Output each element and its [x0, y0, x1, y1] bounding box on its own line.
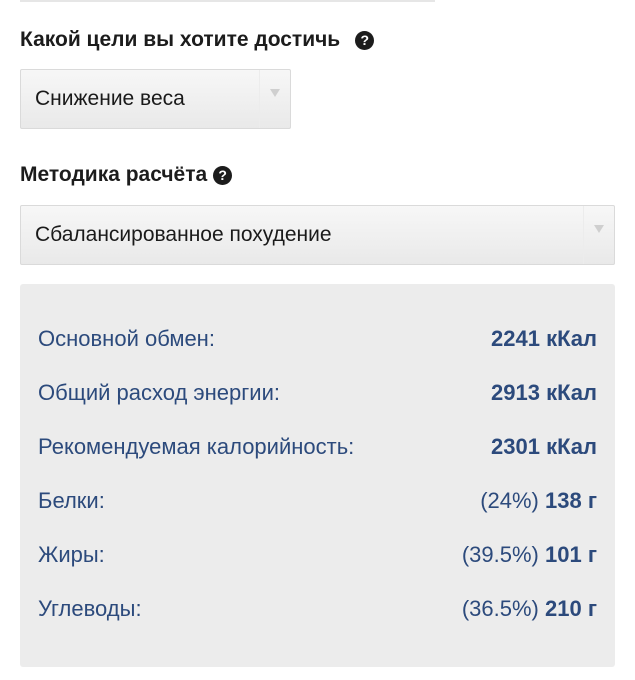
result-amount: 101 г	[545, 542, 597, 567]
goal-select-value: Снижение веса	[35, 87, 185, 110]
result-label: Рекомендуемая калорийность:	[38, 434, 355, 459]
result-amount: 210 г	[545, 596, 597, 621]
results-panel: Основной обмен: 2241 кКал Общий расход э…	[20, 284, 615, 667]
result-label: Углеводы:	[38, 596, 142, 621]
result-percent: (36.5%)	[461, 596, 539, 621]
result-value: 2301 кКал	[491, 434, 597, 459]
help-icon[interactable]: ?	[355, 30, 375, 50]
help-icon[interactable]: ?	[213, 165, 233, 185]
chevron-down-icon	[594, 225, 604, 233]
result-row-bmr: Основной обмен: 2241 кКал	[38, 324, 597, 354]
result-row-total: Общий расход энергии: 2913 кКал	[38, 378, 597, 408]
method-select[interactable]: Сбалансированное похудение	[20, 205, 615, 265]
method-label: Методика расчёта ?	[20, 161, 233, 189]
result-row-fat: Жиры: (39.5%) 101 г	[38, 540, 597, 570]
result-amount: 138 г	[545, 488, 597, 513]
goal-label-text: Какой цели вы хотите достичь	[20, 28, 341, 51]
result-row-protein: Белки: (24%) 138 г	[38, 486, 597, 516]
result-label: Основной обмен:	[38, 326, 215, 351]
result-value: (24%) 138 г	[480, 488, 597, 514]
method-label-text: Методика расчёта	[20, 163, 208, 186]
result-label: Жиры:	[38, 542, 105, 567]
result-percent: (24%)	[480, 488, 539, 513]
result-value: (36.5%) 210 г	[462, 596, 597, 622]
result-value: 2913 кКал	[491, 380, 597, 405]
calorie-calculator-page: Какой цели вы хотите достичь ? Снижение …	[0, 0, 635, 680]
result-label: Белки:	[38, 488, 105, 513]
method-select-value: Сбалансированное похудение	[35, 223, 332, 246]
goal-label: Какой цели вы хотите достичь ?	[20, 26, 375, 54]
result-value: (39.5%) 101 г	[462, 542, 597, 568]
result-percent: (39.5%)	[461, 542, 539, 567]
result-row-recommended: Рекомендуемая калорийность: 2301 кКал	[38, 432, 597, 462]
result-value: 2241 кКал	[491, 326, 597, 351]
result-label: Общий расход энергии:	[38, 380, 280, 405]
goal-select[interactable]: Снижение веса	[20, 69, 291, 129]
top-divider	[20, 0, 435, 2]
method-select-arrow[interactable]	[583, 206, 614, 264]
result-row-carbs: Углеводы: (36.5%) 210 г	[38, 594, 597, 624]
goal-select-arrow[interactable]	[259, 70, 290, 128]
chevron-down-icon	[270, 89, 280, 97]
